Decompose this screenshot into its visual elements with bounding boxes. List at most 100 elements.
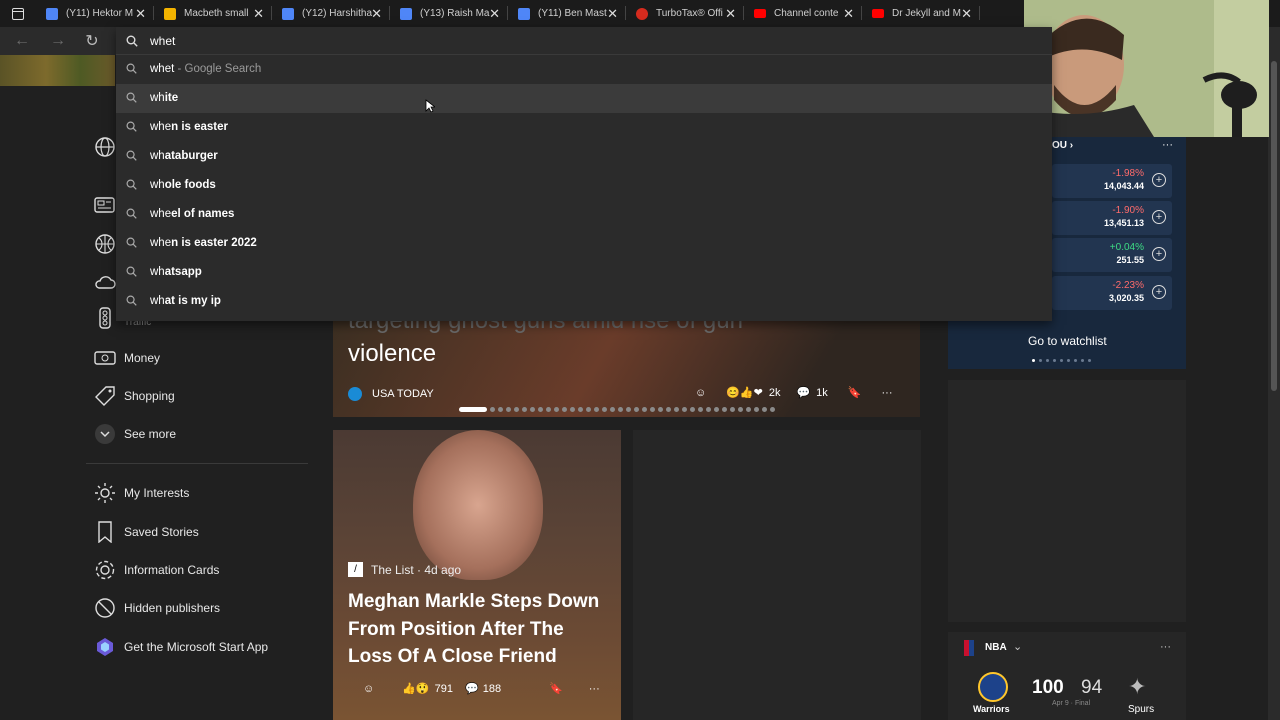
close-icon[interactable]: ✕ <box>725 6 736 22</box>
suggestion-typed: whe <box>150 208 172 220</box>
watchlist-row[interactable]: -2.23% 3,020.35 + <box>1052 276 1172 310</box>
hero-title: violence <box>348 340 437 367</box>
suggestion-item[interactable]: wheel of names <box>116 200 1052 229</box>
scrollbar[interactable] <box>1268 55 1280 720</box>
suggestion-item[interactable]: what is my ip <box>116 287 1052 316</box>
sidebar-item-label: Saved Stories <box>124 525 199 539</box>
globe-icon <box>94 136 116 158</box>
ad-placeholder <box>948 380 1186 622</box>
more-options-icon[interactable]: ··· <box>1160 641 1171 653</box>
search-icon <box>126 92 137 106</box>
close-icon[interactable]: ✕ <box>253 6 264 22</box>
get-app-link[interactable]: Get the Microsoft Start App <box>94 635 268 659</box>
sidebar-item-saved-stories[interactable]: Saved Stories <box>94 520 199 544</box>
add-icon[interactable]: + <box>1152 210 1166 224</box>
reaction-count: 2k <box>768 386 781 399</box>
sidebar-item-label: My Interests <box>124 486 190 500</box>
chevron-down-icon[interactable]: ⌄ <box>1013 640 1022 653</box>
suggestion-item[interactable]: white <box>116 84 1052 113</box>
story-card[interactable]: / The List · 4d ago Meghan Markle Steps D… <box>333 430 621 720</box>
add-reaction-icon[interactable]: ☺ <box>363 683 374 695</box>
comment-icon[interactable]: 💬 <box>465 682 479 695</box>
close-icon[interactable]: ✕ <box>489 6 500 22</box>
add-reaction-icon[interactable]: ☺ <box>695 387 706 399</box>
turbotax-icon <box>636 7 648 20</box>
close-icon[interactable]: ✕ <box>961 6 972 22</box>
nba-logo-icon <box>964 640 974 656</box>
back-button[interactable]: ← <box>11 30 33 52</box>
basketball-icon <box>94 233 116 255</box>
reactions-icon[interactable]: 👍😲 <box>402 682 429 695</box>
close-icon[interactable]: ✕ <box>843 6 854 22</box>
watchlist-row[interactable]: +0.04% 251.55 + <box>1052 238 1172 272</box>
scrollbar-thumb[interactable] <box>1271 61 1277 391</box>
suggestion-item[interactable]: whataburger <box>116 142 1052 171</box>
game-status: Apr 9 · Final <box>1052 700 1091 707</box>
tab-0[interactable]: (Y11) Hektor M ✕ <box>36 0 154 27</box>
docs-icon <box>518 7 530 20</box>
tab-6[interactable]: Channel conte ✕ <box>744 0 862 27</box>
sidebar-item-label: Shopping <box>124 389 175 403</box>
tab-actions-icon <box>12 7 24 20</box>
watchlist-row[interactable]: -1.90% 13,451.13 + <box>1052 201 1172 235</box>
arrow-left-icon: ← <box>14 32 30 49</box>
omnibox-dropdown: whet whet - Google Search white when is ea… <box>116 27 1052 321</box>
tab-3[interactable]: (Y13) Raish Ma ✕ <box>390 0 508 27</box>
value: 13,451.13 <box>1103 218 1144 228</box>
watchlist-header[interactable]: OU › <box>1052 140 1073 151</box>
docs-icon <box>400 7 412 20</box>
sidebar-item-hidden-publishers[interactable]: Hidden publishers <box>94 596 220 620</box>
hero-story-card[interactable]: targeting ghost guns amid rise of gun vi… <box>333 320 920 417</box>
tab-1[interactable]: Macbeth small ✕ <box>154 0 272 27</box>
suggestion-item[interactable]: whatsapp <box>116 258 1052 287</box>
watchlist-row[interactable]: -1.98% 14,043.44 + <box>1052 164 1172 198</box>
sidebar-item-information-cards[interactable]: Information Cards <box>94 558 219 582</box>
tab-actions-button[interactable] <box>0 0 36 27</box>
sidebar-item-shopping[interactable]: Shopping <box>94 384 175 408</box>
empty-card <box>633 430 921 720</box>
watchlist-pager[interactable] <box>1032 359 1091 362</box>
nba-score-card[interactable]: NBA ⌄ ··· Warriors 100 94 Apr 9 · Final … <box>948 632 1186 720</box>
more-options-icon[interactable]: ··· <box>589 683 600 695</box>
close-icon[interactable]: ✕ <box>607 6 618 22</box>
sidebar-item-my-interests[interactable]: My Interests <box>94 481 189 505</box>
add-icon[interactable]: + <box>1152 285 1166 299</box>
tab-2[interactable]: (Y12) Harshitha ✕ <box>272 0 390 27</box>
carousel-indicator[interactable] <box>459 407 775 412</box>
go-to-watchlist-link[interactable]: Go to watchlist <box>1028 334 1107 348</box>
suggestion-item[interactable]: when is easter 2022 <box>116 229 1052 258</box>
forward-button[interactable]: → <box>47 30 69 52</box>
block-icon <box>94 597 116 619</box>
value: 251.55 <box>1116 255 1144 265</box>
comment-icon[interactable]: 💬 <box>796 386 810 399</box>
reactions-icon[interactable]: 😊👍❤ <box>726 386 763 399</box>
add-icon[interactable]: + <box>1152 247 1166 261</box>
suggestion-suffix: - Google Search <box>174 63 262 75</box>
money-icon <box>94 347 116 369</box>
address-bar[interactable]: whet <box>116 27 1052 55</box>
hero-title-partial: targeting ghost guns amid rise of gun <box>348 320 743 334</box>
story-title[interactable]: Meghan Markle Steps Down From Position A… <box>348 588 613 671</box>
address-input-text[interactable]: whet <box>150 34 175 48</box>
tab-5[interactable]: TurboTax® Offi ✕ <box>626 0 744 27</box>
see-more-button[interactable]: See more <box>94 422 176 446</box>
add-icon[interactable]: + <box>1152 173 1166 187</box>
bookmark-icon[interactable]: 🔖 <box>848 386 862 399</box>
change: +0.04% <box>1109 242 1144 253</box>
more-options-icon[interactable]: ··· <box>1162 139 1173 151</box>
suggestion-item[interactable]: when is easter <box>116 113 1052 142</box>
refresh-button[interactable]: ↻ <box>81 30 103 52</box>
suggestion-typed: wh <box>150 150 165 162</box>
close-icon[interactable]: ✕ <box>371 6 382 22</box>
tab-4[interactable]: (Y11) Ben Mast ✕ <box>508 0 626 27</box>
search-icon <box>126 34 138 52</box>
sidebar-item-label: Information Cards <box>124 563 220 577</box>
more-options-icon[interactable]: ··· <box>882 387 893 399</box>
sidebar-item-money[interactable]: Money <box>94 346 160 370</box>
suggestion-item[interactable]: whet - Google Search <box>116 55 1052 84</box>
search-icon <box>126 237 137 251</box>
suggestion-item[interactable]: whole foods <box>116 171 1052 200</box>
tab-7[interactable]: Dr Jekyll and M ✕ <box>862 0 980 27</box>
bookmark-icon[interactable]: 🔖 <box>549 682 563 695</box>
close-icon[interactable]: ✕ <box>135 6 146 22</box>
